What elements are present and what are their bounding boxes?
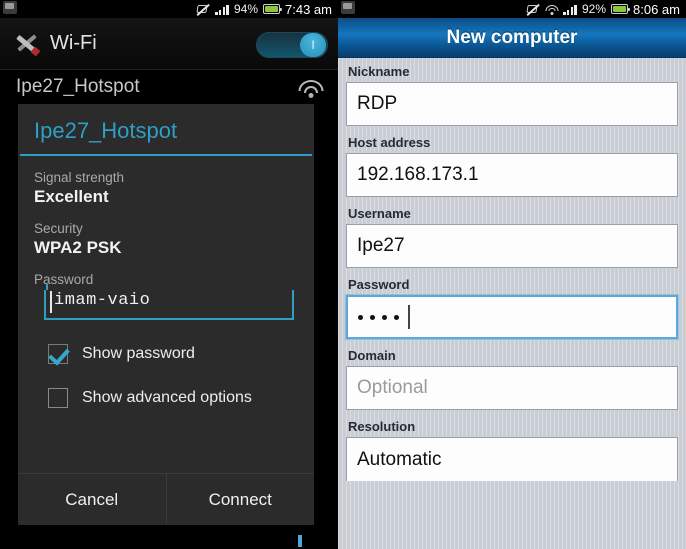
security-label: Security xyxy=(34,221,83,236)
message-icon xyxy=(3,1,17,14)
wifi-toggle-switch[interactable]: I xyxy=(256,32,328,58)
host-address-field[interactable]: 192.168.173.1 xyxy=(346,153,678,197)
password-input[interactable]: imam-vaio xyxy=(44,284,294,320)
username-value: Ipe27 xyxy=(357,235,405,256)
resolution-value: Automatic xyxy=(357,448,442,470)
show-password-checkbox[interactable] xyxy=(48,344,68,364)
clock-label: 7:43 am xyxy=(285,1,332,17)
wrench-settings-icon xyxy=(12,30,42,58)
nickname-field[interactable]: RDP xyxy=(346,82,678,126)
connect-button[interactable]: Connect xyxy=(165,474,315,525)
rdp-new-computer-panel: 92% 8:06 am New computer Nickname RDP Ho… xyxy=(338,0,686,549)
password-masked-dots xyxy=(358,305,410,329)
domain-group: Domain Optional xyxy=(346,348,678,410)
nickname-value: RDP xyxy=(357,93,398,114)
cancel-button[interactable]: Cancel xyxy=(18,474,166,525)
mute-icon xyxy=(196,3,210,16)
username-label: Username xyxy=(348,206,411,221)
password-input-value: imam-vaio xyxy=(54,291,151,310)
clock-label: 8:06 am xyxy=(633,1,680,17)
page-title: New computer xyxy=(446,26,578,48)
signal-bars-icon xyxy=(215,4,229,15)
battery-icon xyxy=(263,4,283,14)
username-field[interactable]: Ipe27 xyxy=(346,224,678,268)
password-label: Password xyxy=(34,272,94,287)
wifi-icon xyxy=(545,4,559,15)
network-name-label: Ipe27_Hotspot xyxy=(16,76,140,97)
password-group: Password xyxy=(346,277,678,339)
nickname-group: Nickname RDP xyxy=(346,64,678,126)
wifi-toggle-knob: I xyxy=(300,33,326,57)
show-advanced-options-label: Show advanced options xyxy=(82,389,252,406)
wifi-header-title: Wi-Fi xyxy=(50,32,97,54)
security-value: WPA2 PSK xyxy=(34,238,122,257)
battery-percent-label: 92% xyxy=(581,2,607,16)
password-field[interactable] xyxy=(346,295,678,339)
domain-field[interactable]: Optional xyxy=(346,366,678,410)
text-cursor-artifact xyxy=(298,535,302,547)
left-status-bar: 94% 7:43 am xyxy=(0,0,338,18)
dialog-title-wrap: Ipe27_Hotspot xyxy=(18,104,314,154)
text-caret xyxy=(50,291,52,313)
show-password-row[interactable]: Show password xyxy=(48,344,298,364)
show-advanced-options-checkbox[interactable] xyxy=(48,388,68,408)
resolution-label: Resolution xyxy=(348,419,416,434)
right-status-bar: 92% 8:06 am xyxy=(338,0,686,18)
message-icon xyxy=(341,1,355,14)
signal-bars-icon xyxy=(563,4,577,15)
resolution-field[interactable]: Automatic xyxy=(346,437,678,481)
domain-label: Domain xyxy=(348,348,396,363)
domain-placeholder: Optional xyxy=(357,377,428,398)
android-wifi-settings-panel: 94% 7:43 am Wi-Fi I Ipe27_Hotspot Ipe27_… xyxy=(0,0,338,549)
battery-percent-label: 94% xyxy=(233,2,259,16)
screenshot-root: 94% 7:43 am Wi-Fi I Ipe27_Hotspot Ipe27_… xyxy=(0,0,686,549)
resolution-group: Resolution Automatic xyxy=(346,419,678,481)
show-password-label: Show password xyxy=(82,345,195,362)
username-group: Username Ipe27 xyxy=(346,206,678,268)
wifi-signal-icon xyxy=(298,80,324,100)
show-advanced-options-row[interactable]: Show advanced options xyxy=(48,388,298,408)
app-title-bar: New computer xyxy=(338,18,686,58)
wifi-connect-dialog: Ipe27_Hotspot Signal strength Excellent … xyxy=(18,104,314,525)
signal-strength-value: Excellent xyxy=(34,187,109,206)
mute-icon xyxy=(526,3,540,16)
battery-icon xyxy=(611,4,631,14)
text-caret xyxy=(408,305,410,329)
dialog-body: Signal strength Excellent Security WPA2 … xyxy=(18,156,314,473)
wifi-settings-header: Wi-Fi I xyxy=(0,18,338,70)
dialog-button-bar: Cancel Connect xyxy=(18,473,314,525)
host-address-label: Host address xyxy=(348,135,431,150)
new-computer-form: Nickname RDP Host address 192.168.173.1 … xyxy=(338,58,686,481)
host-address-group: Host address 192.168.173.1 xyxy=(346,135,678,197)
dialog-title: Ipe27_Hotspot xyxy=(34,118,178,143)
nickname-label: Nickname xyxy=(348,64,410,79)
signal-strength-label: Signal strength xyxy=(34,170,125,185)
host-address-value: 192.168.173.1 xyxy=(357,164,479,185)
password-label: Password xyxy=(348,277,410,292)
